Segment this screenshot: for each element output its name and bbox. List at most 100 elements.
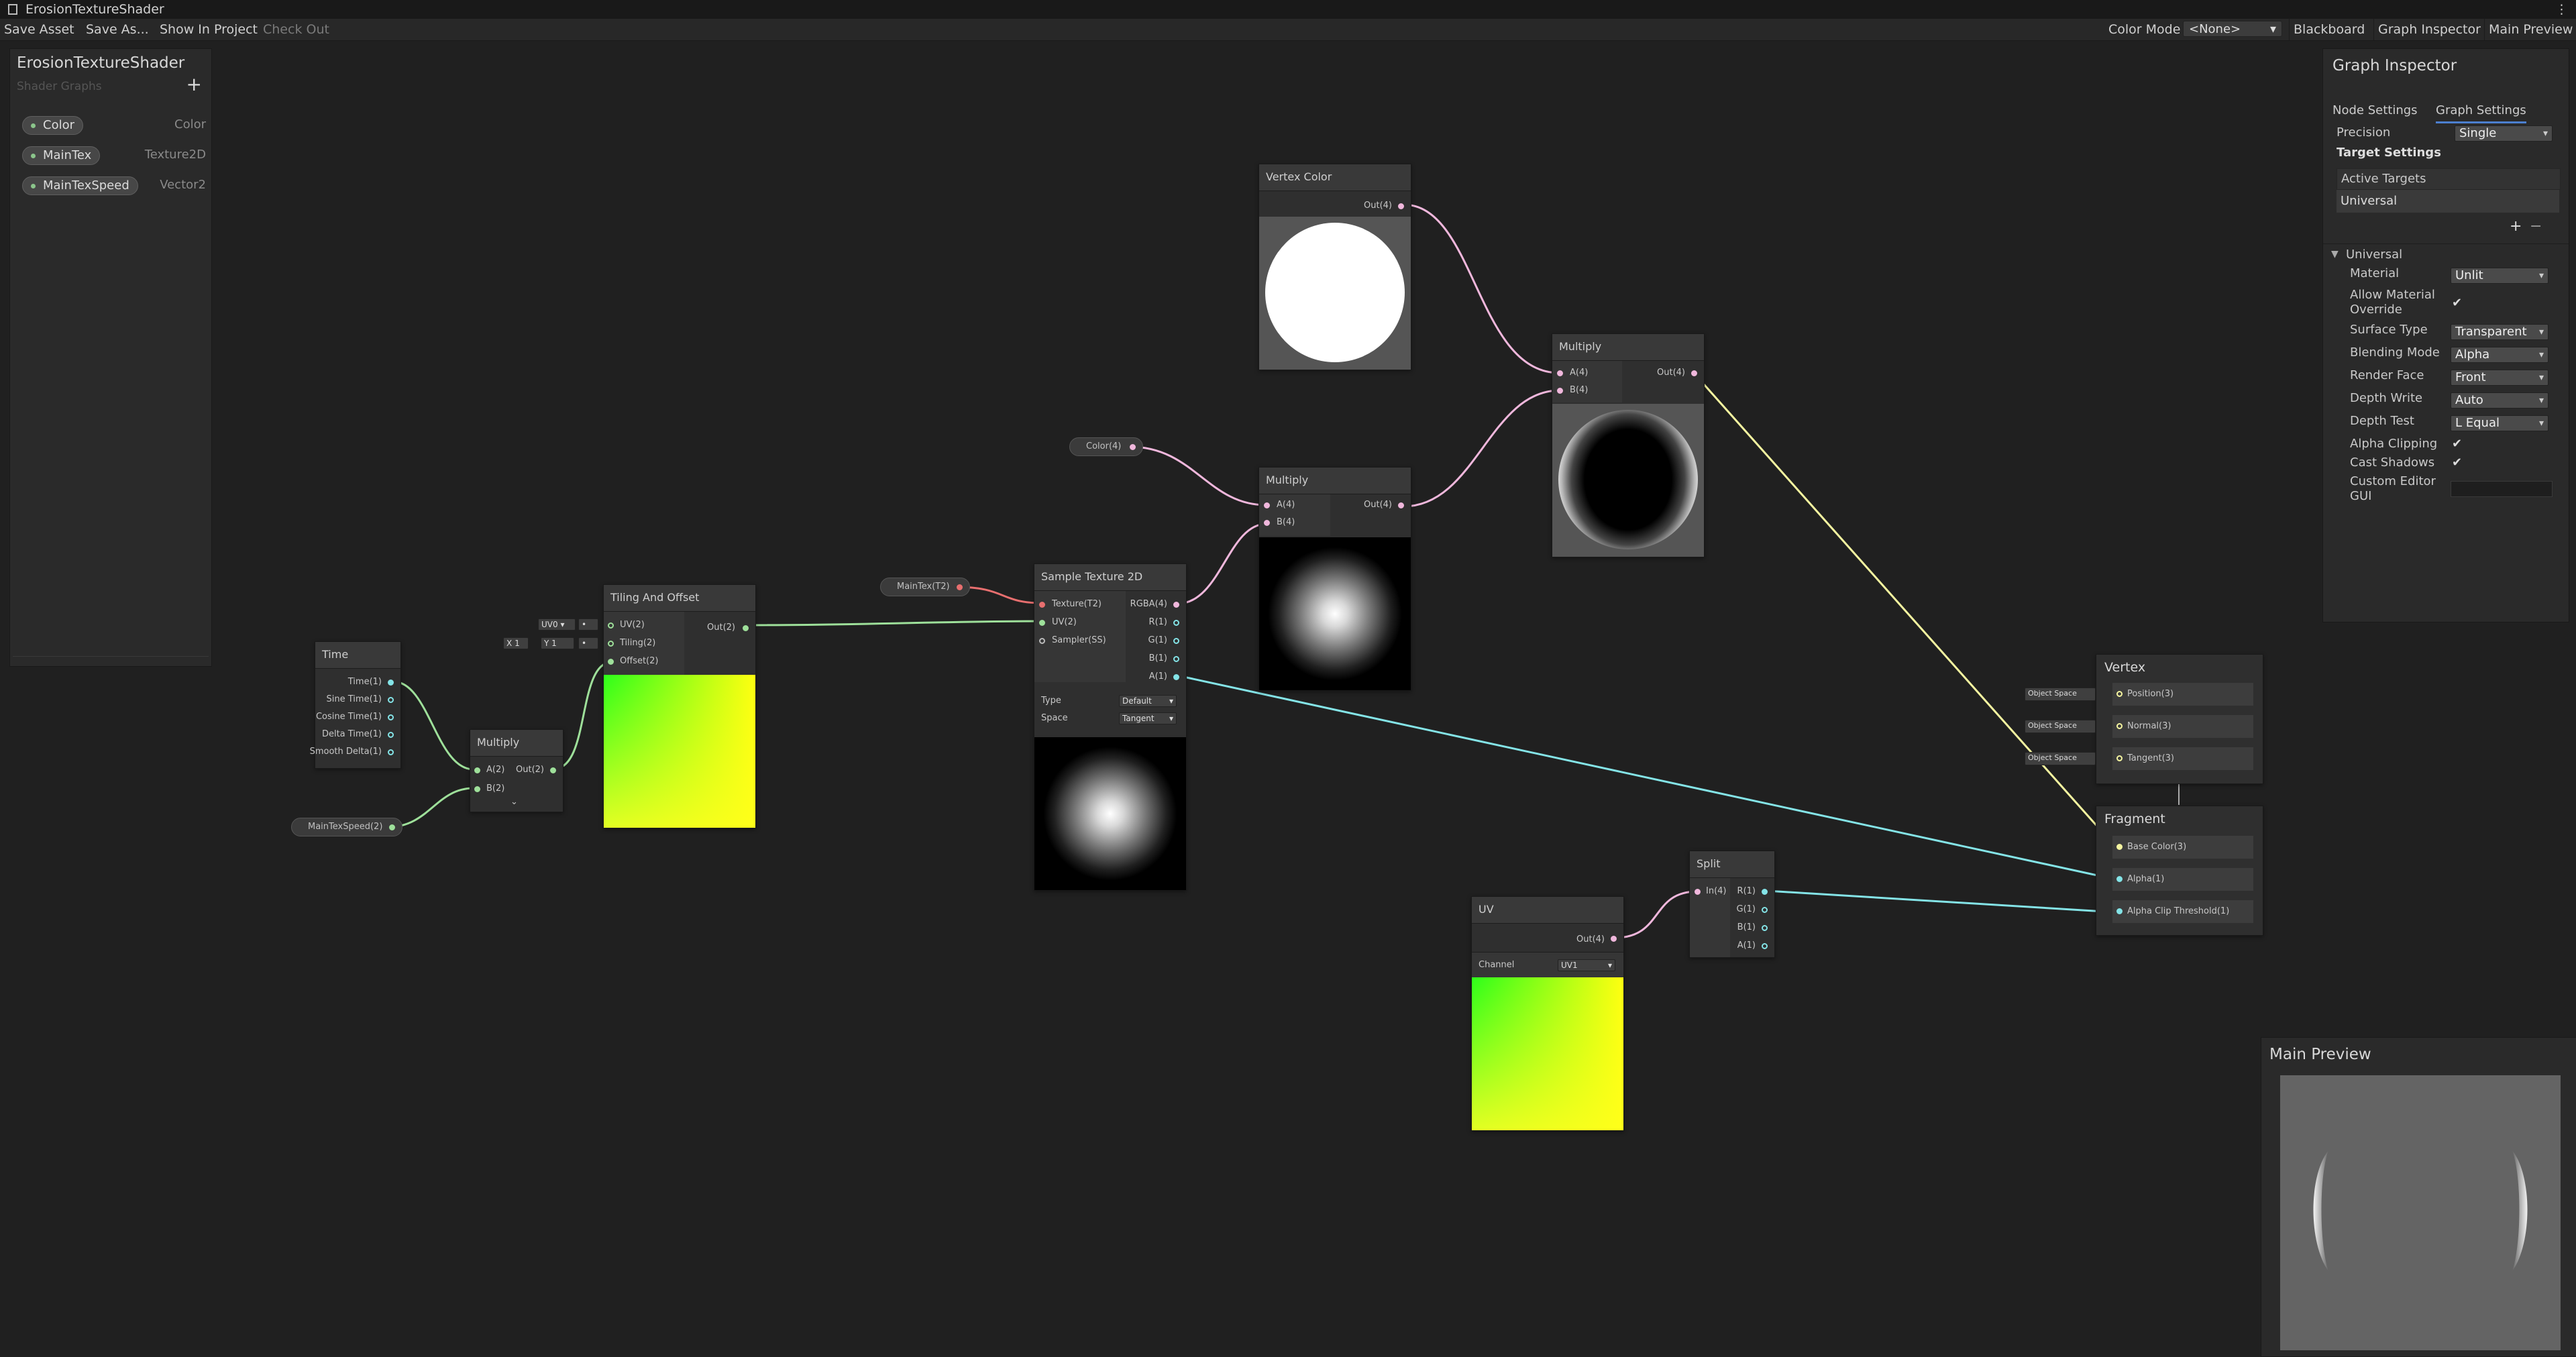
output-port[interactable] [1173,638,1179,644]
output-port[interactable] [1173,620,1179,626]
blending-mode-dropdown[interactable]: Alpha [2451,347,2548,363]
block-port-row[interactable]: Alpha Clip Threshold(1) [2112,900,2253,923]
tab-graph-settings[interactable]: Graph Settings [2436,100,2526,123]
time-node[interactable]: Time Time(1) Sine Time(1) Cosine Time(1)… [310,641,401,769]
vertex-block[interactable]: Vertex Position(3) Normal(3) Tangent(3) [2096,654,2263,784]
input-port[interactable] [2116,691,2123,697]
output-port[interactable] [1130,444,1136,450]
add-property-button[interactable]: + [186,73,202,95]
color-property-node[interactable]: Color(4) [1069,437,1143,456]
input-port[interactable] [1264,520,1270,526]
input-port[interactable] [1557,370,1563,376]
output-port[interactable] [389,824,395,830]
main-preview-viewport[interactable] [2280,1075,2561,1350]
output-port[interactable] [1398,502,1404,508]
tiling-x-field[interactable]: X 1 [503,637,529,649]
surface-type-dropdown[interactable]: Transparent [2451,324,2548,340]
property-pill[interactable]: MainTex [22,146,101,165]
fragment-block[interactable]: Fragment Base Color(3) Alpha(1) Alpha Cl… [2096,806,2263,936]
tiling-y-field[interactable]: Y 1 [541,637,574,649]
channel-dropdown[interactable]: UV1 ▾ [1558,959,1615,971]
block-port-row[interactable]: Tangent(3) [2112,747,2253,770]
output-port[interactable] [1762,889,1768,895]
input-port[interactable] [1039,602,1045,608]
input-port[interactable] [1039,638,1045,644]
input-port[interactable] [1695,889,1701,895]
input-port[interactable] [474,786,480,792]
property-pill[interactable]: MainTexSpeed [22,176,138,195]
property-row[interactable]: Color Color [22,116,206,135]
output-port[interactable] [1173,674,1179,680]
multiply-node[interactable]: Multiply A(2) B(2) Out(2) ⌄ [470,729,564,812]
foldout-arrow-icon[interactable]: ▼ [2331,249,2339,260]
input-port[interactable] [2116,755,2123,761]
output-port[interactable] [388,714,394,720]
precision-dropdown[interactable]: Single [2455,125,2553,142]
property-pill[interactable]: Color [22,116,83,135]
tiling-extra[interactable]: • [578,637,598,649]
position-space-field[interactable]: Object Space [2025,688,2096,701]
remove-target-button[interactable]: − [2530,218,2542,235]
output-port[interactable] [1762,943,1768,949]
input-port[interactable] [2116,723,2123,729]
input-port[interactable] [1039,620,1045,626]
target-list-item[interactable]: Universal [2337,190,2559,213]
output-port[interactable] [1762,907,1768,913]
output-port[interactable] [743,625,749,631]
horizontal-scrollbar[interactable] [13,656,209,663]
block-port-row[interactable]: Position(3) [2112,683,2253,706]
output-port[interactable] [388,732,394,738]
input-port[interactable] [1557,388,1563,394]
block-port-row[interactable]: Alpha(1) [2112,868,2253,891]
output-port[interactable] [1762,925,1768,931]
vertex-color-node[interactable]: Vertex Color Out(4) [1258,164,1411,370]
tangent-space-field[interactable]: Object Space [2025,752,2096,765]
render-face-dropdown[interactable]: Front [2451,370,2548,386]
sample-texture-2d-node[interactable]: Sample Texture 2D Texture(T2) UV(2) Samp… [1034,563,1187,891]
input-port[interactable] [608,622,614,629]
output-port[interactable] [388,680,394,686]
add-target-button[interactable]: + [2510,218,2522,235]
input-port[interactable] [2116,908,2123,914]
input-port[interactable] [474,767,480,773]
uv-select-extra[interactable]: • [578,618,598,631]
space-dropdown[interactable]: Tangent ▾ [1119,712,1177,724]
output-port[interactable] [1611,936,1617,942]
output-port[interactable] [550,767,556,773]
input-port[interactable] [2116,876,2123,882]
multiply-node-2[interactable]: Multiply A(4) B(4) Out(4) [1258,467,1411,691]
block-port-row[interactable]: Base Color(3) [2112,836,2253,859]
input-port[interactable] [2116,844,2123,850]
output-port[interactable] [1173,656,1179,662]
allow-material-override-checkbox[interactable]: ✔ [2452,296,2462,310]
normal-space-field[interactable]: Object Space [2025,720,2096,733]
tab-node-settings[interactable]: Node Settings [2332,100,2418,121]
output-port[interactable] [1173,602,1179,608]
input-port[interactable] [608,641,614,647]
property-row[interactable]: MainTex Texture2D [22,146,206,165]
output-port[interactable] [1691,370,1697,376]
output-port[interactable] [388,697,394,703]
maintexspeed-property-node[interactable]: MainTexSpeed(2) [291,818,402,836]
expand-icon[interactable]: ⌄ [511,797,518,808]
block-port-row[interactable]: Normal(3) [2112,715,2253,738]
multiply-node-3[interactable]: Multiply A(4) B(4) Out(4) [1552,333,1705,557]
property-row[interactable]: MainTexSpeed Vector2 [22,176,206,195]
type-dropdown[interactable]: Default ▾ [1119,695,1177,707]
custom-editor-gui-field[interactable] [2451,481,2553,497]
depth-test-dropdown[interactable]: L Equal [2451,415,2548,431]
cast-shadows-checkbox[interactable]: ✔ [2452,455,2462,470]
output-port[interactable] [957,584,963,590]
uv-channel-select[interactable]: UV0 ▾ [538,618,576,631]
alpha-clipping-checkbox[interactable]: ✔ [2452,437,2462,451]
uv-node[interactable]: UV Out(4) Channel UV1 ▾ [1471,896,1624,1131]
input-port[interactable] [608,659,614,665]
input-port[interactable] [1264,502,1270,508]
output-port[interactable] [388,749,394,755]
depth-write-dropdown[interactable]: Auto [2451,392,2548,409]
tiling-and-offset-node[interactable]: Tiling And Offset UV(2) Tiling(2) Offset… [603,584,756,828]
material-dropdown[interactable]: Unlit [2451,268,2548,284]
output-port[interactable] [1398,203,1404,209]
split-node[interactable]: Split In(4) R(1) G(1) B(1) A(1) [1689,851,1775,958]
maintex-property-node[interactable]: MainTex(T2) [880,578,970,596]
